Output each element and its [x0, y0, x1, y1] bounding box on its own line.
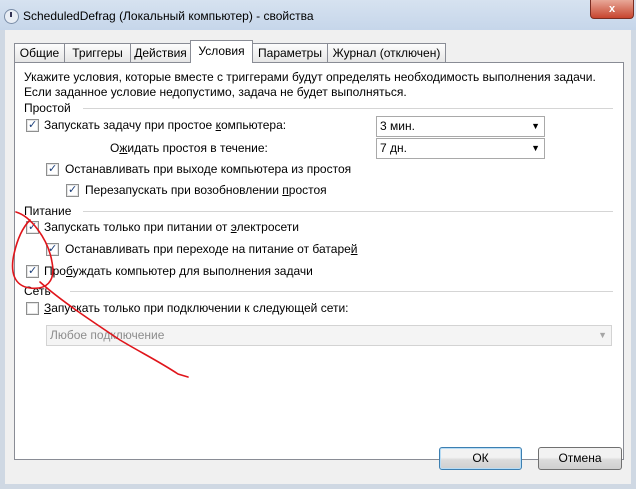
ac-power-only-checkbox[interactable]: ✓: [26, 220, 39, 234]
intro-line-1: Укажите условия, которые вместе с тригге…: [24, 70, 596, 84]
tab-settings[interactable]: Параметры: [252, 43, 328, 62]
check-icon: ✓: [68, 183, 78, 196]
tab-triggers[interactable]: Триггеры: [64, 43, 131, 62]
cancel-button[interactable]: Отмена: [538, 447, 622, 470]
intro-line-2: Если заданное условие недопустимо, задач…: [24, 85, 407, 99]
stop-on-battery-label[interactable]: Останавливать при переходе на питание от…: [65, 242, 358, 256]
wake-computer-checkbox[interactable]: ✓: [26, 264, 39, 278]
task-scheduler-icon: [4, 9, 19, 24]
network-only-label[interactable]: Запускать только при подключении к следу…: [44, 301, 349, 315]
tab-history[interactable]: Журнал (отключен): [327, 43, 446, 62]
stop-on-idle-end-checkbox[interactable]: ✓: [46, 162, 59, 176]
stop-on-battery-checkbox[interactable]: ✓: [46, 242, 59, 256]
dialog-body: Общие Триггеры Действия Условия Параметр…: [5, 30, 631, 484]
chevron-down-icon: ▼: [531, 121, 540, 131]
power-divider: [83, 211, 613, 213]
check-icon: ✓: [48, 242, 58, 255]
check-icon: ✓: [28, 220, 38, 233]
tab-general[interactable]: Общие: [14, 43, 65, 62]
idle-section-header: Простой: [24, 101, 71, 115]
ac-power-only-label[interactable]: Запускать только при питании от электрос…: [44, 220, 299, 234]
restart-on-idle-checkbox[interactable]: ✓: [66, 183, 79, 197]
network-connection-select[interactable]: Любое подключение ▼: [46, 325, 612, 346]
conditions-panel: Укажите условия, которые вместе с тригге…: [14, 62, 624, 460]
restart-on-idle-label[interactable]: Перезапускать при возобновлении простоя: [85, 183, 327, 197]
check-icon: ✓: [48, 162, 58, 175]
network-divider: [70, 291, 613, 293]
start-on-idle-label[interactable]: Запускать задачу при простое компьютера:: [44, 118, 286, 132]
start-on-idle-checkbox[interactable]: ✓: [26, 118, 39, 132]
chevron-down-icon: ▼: [531, 143, 540, 153]
chevron-down-icon: ▼: [598, 330, 607, 340]
title-bar: ScheduledDefrag (Локальный компьютер) - …: [0, 0, 636, 30]
check-icon: ✓: [28, 118, 38, 131]
wait-idle-label: Ожидать простоя в течение:: [110, 141, 268, 155]
close-button[interactable]: x: [590, 0, 634, 19]
wait-idle-select[interactable]: 7 дн. ▼: [376, 138, 545, 159]
tab-conditions[interactable]: Условия: [190, 40, 253, 63]
idle-duration-select[interactable]: 3 мин. ▼: [376, 116, 545, 137]
window-title: ScheduledDefrag (Локальный компьютер) - …: [23, 9, 314, 23]
tab-actions[interactable]: Действия: [130, 43, 191, 62]
idle-divider: [83, 108, 613, 110]
wake-computer-label[interactable]: Пробуждать компьютер для выполнения зада…: [44, 264, 313, 278]
power-section-header: Питание: [24, 204, 72, 218]
stop-on-idle-end-label[interactable]: Останавливать при выходе компьютера из п…: [65, 162, 351, 176]
network-section-header: Сеть: [24, 284, 51, 298]
network-only-checkbox[interactable]: [26, 302, 39, 315]
check-icon: ✓: [28, 264, 38, 277]
ok-button[interactable]: ОК: [439, 447, 522, 470]
